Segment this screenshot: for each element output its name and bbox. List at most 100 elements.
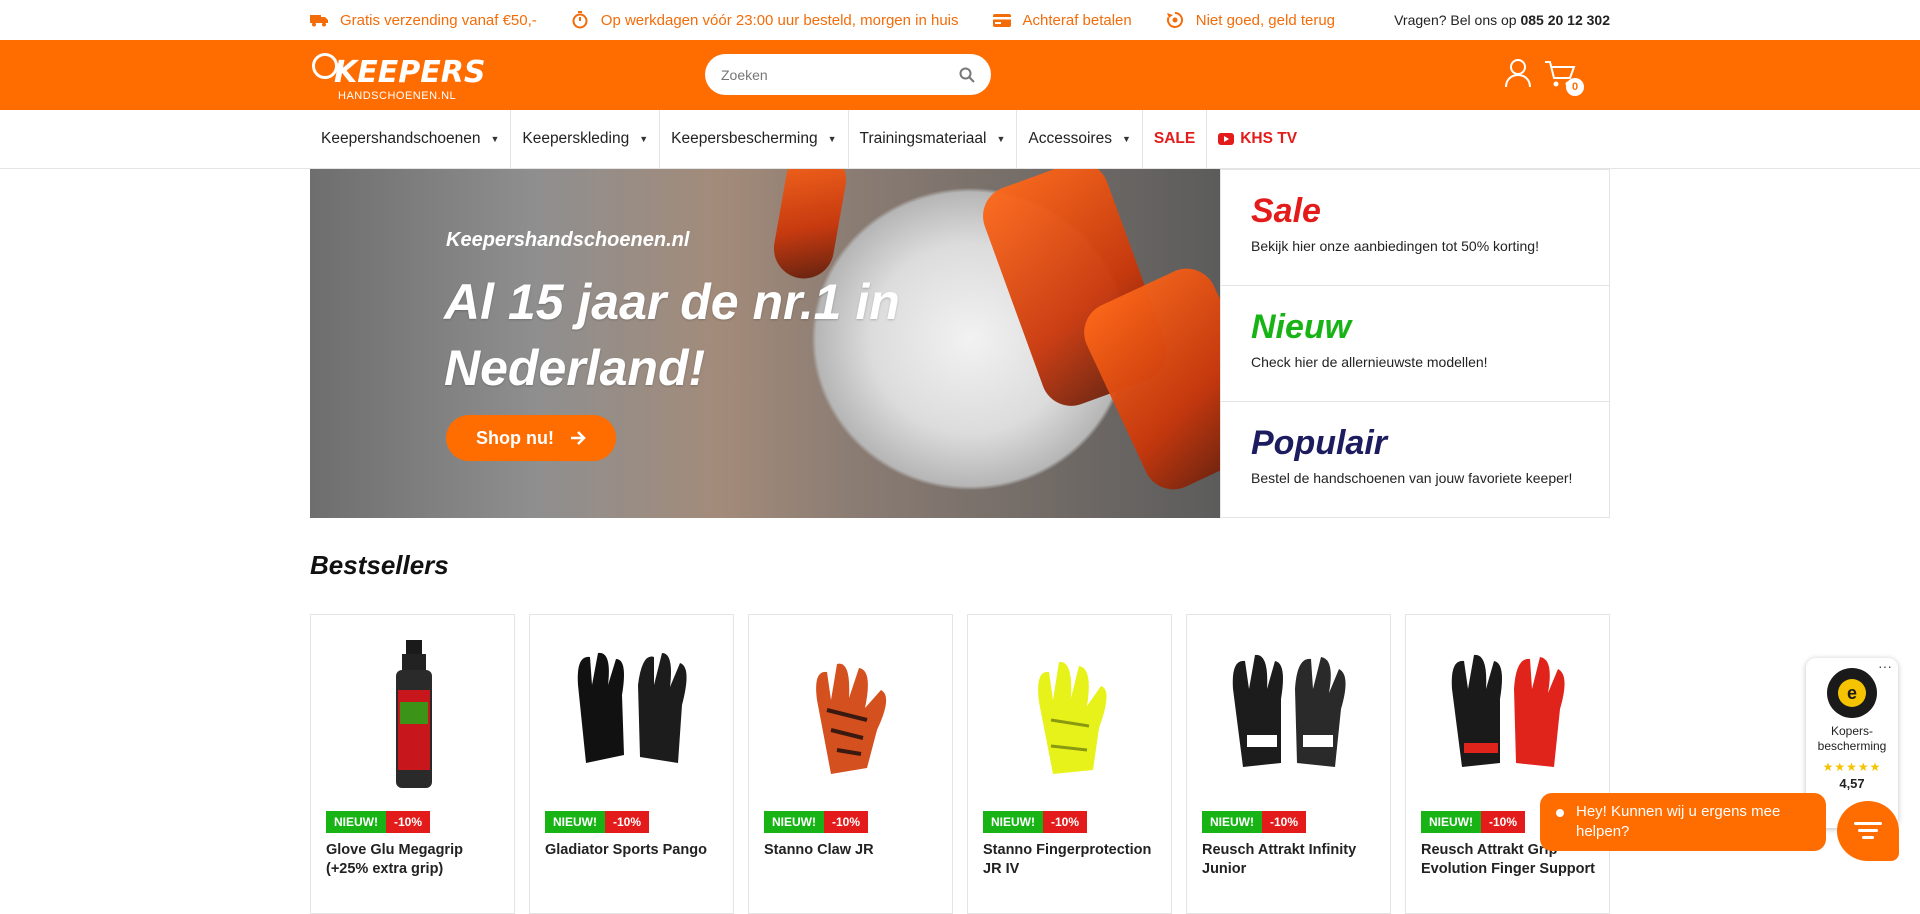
chat-open-button[interactable] xyxy=(1837,801,1899,861)
caret-down-icon: ▼ xyxy=(996,134,1006,144)
product-name[interactable]: Reusch Attrakt Infinity Junior xyxy=(1202,841,1382,879)
promo-popular[interactable]: Populair Bestel de handschoenen van jouw… xyxy=(1221,402,1609,517)
rating-score: 4,57 xyxy=(1839,776,1865,791)
usp-delivery: Op werkdagen vóór 23:00 uur besteld, mor… xyxy=(571,11,959,29)
product-image-black-white-gloves xyxy=(1187,640,1392,790)
chat-prompt-text: Hey! Kunnen wij u ergens mee helpen? xyxy=(1576,803,1781,840)
site-logo[interactable]: KEEPERS HANDSCHOENEN.NL xyxy=(310,45,485,105)
search-icon[interactable] xyxy=(959,67,975,83)
shop-now-label: Shop nu! xyxy=(476,427,554,448)
site-header: KEEPERS HANDSCHOENEN.NL 0 xyxy=(0,40,1920,110)
status-dot-icon xyxy=(1556,809,1564,817)
badge-new: NIEUW! xyxy=(326,811,386,833)
logo-subtext: HANDSCHOENEN.NL xyxy=(338,90,457,102)
nav-item-keepershandschoenen[interactable]: Keepershandschoenen ▼ xyxy=(310,110,512,168)
promo-title: Nieuw xyxy=(1251,308,1352,346)
main-nav: Keepershandschoenen ▼ Keeperskleding ▼ Kee… xyxy=(0,110,1920,169)
chat-prompt-bubble[interactable]: Hey! Kunnen wij u ergens mee helpen? xyxy=(1540,793,1826,851)
promo-new[interactable]: Nieuw Check hier de allernieuwste modell… xyxy=(1221,286,1609,402)
shop-now-button[interactable]: Shop nu! xyxy=(446,415,616,461)
usp-payment-text: Achteraf betalen xyxy=(1022,11,1132,29)
product-image-red-black-gloves xyxy=(1406,640,1611,790)
usp-guarantee-text: Niet goed, geld terug xyxy=(1195,11,1336,29)
nav-label: Keepersbescherming xyxy=(671,130,818,147)
usp-shipping-text: Gratis verzending vanaf €50,- xyxy=(340,11,537,29)
product-card[interactable]: NIEUW! -10% Reusch Attrakt Grip Evolution… xyxy=(1405,614,1610,914)
return-icon xyxy=(1166,11,1184,29)
nav-label: Keeperskleding xyxy=(522,130,630,147)
badge-discount: -10% xyxy=(824,811,869,833)
nav-label: Trainingsmateriaal xyxy=(859,130,987,147)
promo-description: Bekijk hier onze aanbiedingen tot 50% ko… xyxy=(1251,238,1539,254)
stopwatch-icon xyxy=(571,11,589,29)
caret-down-icon: ▼ xyxy=(827,134,837,144)
badge-new: NIEUW! xyxy=(764,811,824,833)
hero-banner[interactable]: Keepershandschoenen.nl Al 15 jaar de nr.… xyxy=(310,169,1220,518)
usp-guarantee: Niet goed, geld terug xyxy=(1166,11,1335,29)
product-card[interactable]: NIEUW! -10% Stanno Claw JR xyxy=(748,614,953,914)
search-input[interactable] xyxy=(721,66,959,83)
phone-prefix: Vragen? Bel ons op xyxy=(1394,12,1517,28)
badge-discount: -10% xyxy=(1262,811,1307,833)
badge-discount: -10% xyxy=(386,811,431,833)
rating-stars: ★★★★★ xyxy=(1822,760,1882,774)
usp-payment: Achteraf betalen xyxy=(992,11,1132,29)
credit-card-icon xyxy=(992,11,1011,29)
product-card[interactable]: NIEUW! -10% Reusch Attrakt Infinity Junio… xyxy=(1186,614,1391,914)
promo-description: Check hier de allernieuwste modellen! xyxy=(1251,354,1488,370)
badge-new: NIEUW! xyxy=(1202,811,1262,833)
nav-label: Accessoires xyxy=(1028,130,1112,147)
badge-discount: -10% xyxy=(1481,811,1526,833)
bestsellers-heading: Bestsellers xyxy=(310,550,449,580)
product-name[interactable]: Stanno Claw JR xyxy=(764,841,944,860)
trust-seal-icon: e xyxy=(1827,668,1877,718)
search-bar xyxy=(705,54,991,95)
nav-item-sale[interactable]: SALE xyxy=(1143,110,1208,168)
promo-description: Bestel de handschoenen van jouw favoriet… xyxy=(1251,470,1573,486)
arrow-right-icon xyxy=(570,431,586,445)
badge-discount: -10% xyxy=(605,811,650,833)
nav-item-keeperskleding[interactable]: Keeperskleding ▼ xyxy=(511,110,661,168)
cart-button[interactable]: 0 xyxy=(1544,60,1584,96)
caret-down-icon: ▼ xyxy=(1121,134,1131,144)
badge-new: NIEUW! xyxy=(983,811,1043,833)
cart-count-badge: 0 xyxy=(1566,77,1584,96)
product-name[interactable]: Stanno Fingerprotection JR IV xyxy=(983,841,1163,879)
nav-label: SALE xyxy=(1153,130,1196,147)
promo-title: Populair xyxy=(1251,424,1388,462)
nav-item-trainingsmateriaal[interactable]: Trainingsmateriaal ▼ xyxy=(849,110,1018,168)
product-card[interactable]: NIEUW! -10% Glove Glu Megagrip (+25% extr… xyxy=(310,614,515,914)
usp-delivery-text: Op werkdagen vóór 23:00 uur besteld, mor… xyxy=(600,11,959,29)
product-list: NIEUW! -10% Glove Glu Megagrip (+25% extr… xyxy=(310,614,1610,914)
nav-label: Keepershandschoenen xyxy=(321,130,481,147)
caret-down-icon: ▼ xyxy=(490,134,500,144)
truck-icon xyxy=(310,11,328,29)
nav-item-keepersbescherming[interactable]: Keepersbescherming ▼ xyxy=(660,110,849,168)
product-image-black-gloves xyxy=(530,640,735,790)
product-image-spray-bottle xyxy=(311,640,516,790)
product-image-orange-glove xyxy=(749,640,954,790)
badge-new: NIEUW! xyxy=(545,811,605,833)
promo-sale[interactable]: Sale Bekijk hier onze aanbiedingen tot 5… xyxy=(1221,170,1609,286)
hero-brand: Keepershandschoenen.nl xyxy=(446,229,690,251)
youtube-icon xyxy=(1218,133,1235,145)
chat-icon xyxy=(1854,822,1882,839)
caret-down-icon: ▼ xyxy=(639,134,649,144)
hero-headline: Al 15 jaar de nr.1 in Nederland! xyxy=(444,274,900,396)
product-name[interactable]: Gladiator Sports Pango xyxy=(545,841,725,860)
nav-item-accessoires[interactable]: Accessoires ▼ xyxy=(1017,110,1143,168)
phone-number[interactable]: 085 20 12 302 xyxy=(1520,12,1610,28)
product-card[interactable]: NIEUW! -10% Stanno Fingerprotection JR IV xyxy=(967,614,1172,914)
trust-label: Kopers-bescherming xyxy=(1817,724,1887,753)
product-card[interactable]: NIEUW! -10% Gladiator Sports Pango xyxy=(529,614,734,914)
product-name[interactable]: Glove Glu Megagrip (+25% extra grip) xyxy=(326,841,506,879)
phone-info: Vragen? Bel ons op 085 20 12 302 xyxy=(1394,12,1610,28)
promo-column: Sale Bekijk hier onze aanbiedingen tot 5… xyxy=(1220,169,1610,518)
badge-discount: -10% xyxy=(1043,811,1088,833)
more-options-icon[interactable]: ··· xyxy=(1878,658,1892,674)
nav-item-khs-tv[interactable]: KHS TV xyxy=(1207,110,1308,168)
usp-shipping: Gratis verzending vanaf €50,- xyxy=(310,11,537,29)
logo-wordmark: KEEPERS xyxy=(334,55,486,90)
product-image-yellow-glove xyxy=(968,640,1173,790)
account-icon[interactable] xyxy=(1504,58,1532,93)
